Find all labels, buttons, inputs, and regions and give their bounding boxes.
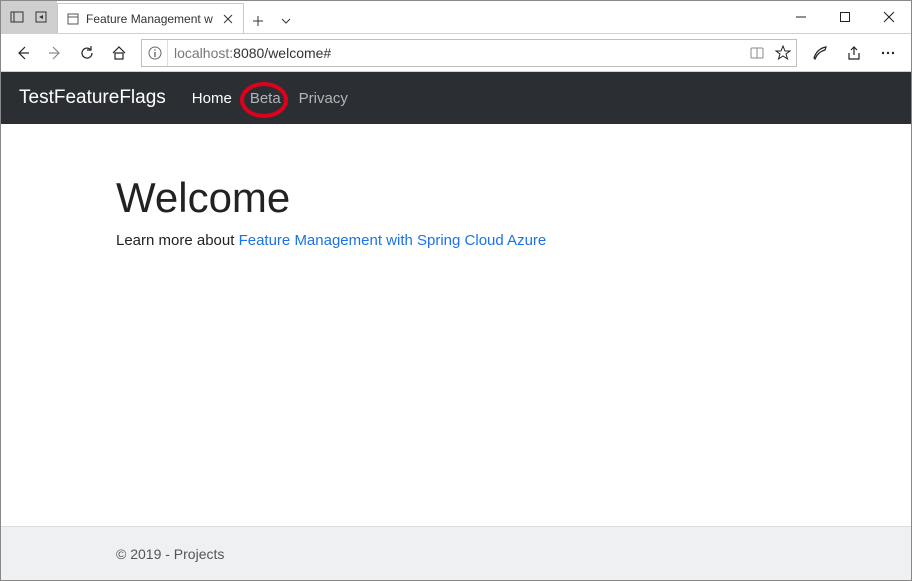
brand-title[interactable]: TestFeatureFlags xyxy=(19,87,166,109)
minimize-button[interactable] xyxy=(779,1,823,33)
page-icon xyxy=(66,12,80,26)
tab-strip: Feature Management w xyxy=(57,1,779,33)
lead-link[interactable]: Feature Management with Spring Cloud Azu… xyxy=(239,232,547,249)
url-text[interactable]: localhost:8080/welcome# xyxy=(168,45,744,61)
url-host: localhost: xyxy=(174,45,233,61)
url-path: 8080/welcome# xyxy=(233,45,331,61)
new-tab-button[interactable] xyxy=(244,5,272,33)
share-icon[interactable] xyxy=(837,37,871,69)
window-titlebar: Feature Management w xyxy=(1,1,911,34)
address-bar[interactable]: localhost:8080/welcome# xyxy=(141,39,797,67)
refresh-button[interactable] xyxy=(71,37,103,69)
sidebar-toggle-icon[interactable] xyxy=(5,5,29,29)
page-title: Welcome xyxy=(116,174,796,222)
close-window-button[interactable] xyxy=(867,1,911,33)
notes-icon[interactable] xyxy=(803,37,837,69)
nav-link-home[interactable]: Home xyxy=(192,90,232,107)
lead-paragraph: Learn more about Feature Management with… xyxy=(116,232,796,249)
browser-tab[interactable]: Feature Management w xyxy=(57,3,244,33)
favorite-star-icon[interactable] xyxy=(770,40,796,66)
toolbar: localhost:8080/welcome# xyxy=(1,34,911,72)
home-button[interactable] xyxy=(103,37,135,69)
titlebar-left-controls xyxy=(1,1,57,33)
maximize-button[interactable] xyxy=(823,1,867,33)
content-container: Welcome Learn more about Feature Managem… xyxy=(116,124,796,249)
forward-button[interactable] xyxy=(39,37,71,69)
window-controls xyxy=(779,1,911,33)
nav-link-privacy[interactable]: Privacy xyxy=(299,90,348,107)
close-tab-icon[interactable] xyxy=(221,12,235,26)
page-content: Welcome Learn more about Feature Managem… xyxy=(1,124,911,526)
site-info-icon[interactable] xyxy=(142,40,168,66)
nav-link-beta-label: Beta xyxy=(250,90,281,107)
tab-title: Feature Management w xyxy=(86,12,213,26)
app-navbar: TestFeatureFlags Home Beta Privacy xyxy=(1,72,911,124)
more-icon[interactable] xyxy=(871,37,905,69)
tab-actions-chevron-icon[interactable] xyxy=(272,5,300,33)
page-footer: © 2019 - Projects xyxy=(1,526,911,580)
footer-text: © 2019 - Projects xyxy=(116,546,796,562)
reading-view-icon[interactable] xyxy=(744,40,770,66)
lead-prefix: Learn more about xyxy=(116,232,239,249)
back-button[interactable] xyxy=(7,37,39,69)
address-right-icons xyxy=(744,40,796,66)
nav-link-beta[interactable]: Beta xyxy=(250,90,281,107)
set-aside-tabs-icon[interactable] xyxy=(29,5,53,29)
